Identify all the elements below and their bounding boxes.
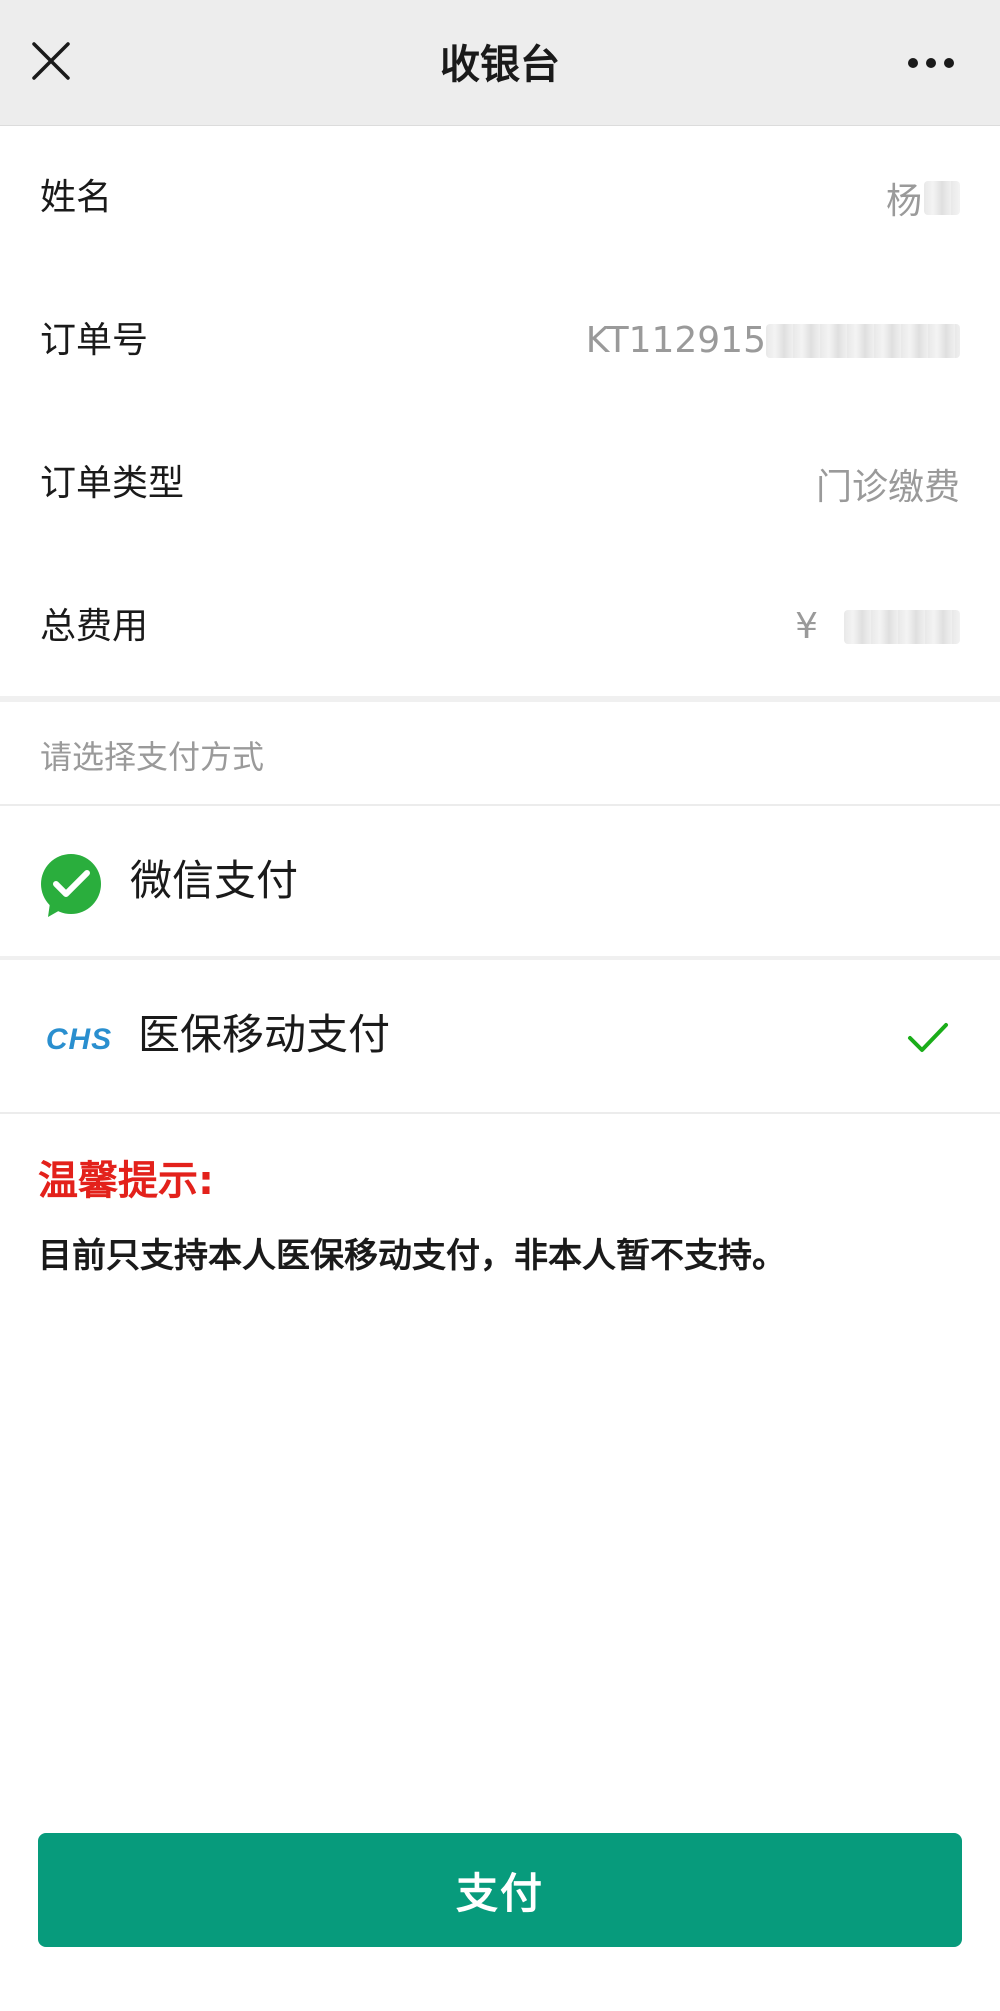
wechat-pay-icon [41,854,101,917]
tip-title: 温馨提示: [38,1158,214,1204]
order-type-value: 门诊缴费 [815,466,960,508]
total-fee-row: 总费用 ¥ [0,555,1000,698]
name-row: 姓名 杨 [0,126,1000,269]
redacted-name [924,180,960,215]
payment-method-prompt: 请选择支付方式 [40,738,265,776]
name-value-text: 杨 [885,180,922,222]
order-number-label: 订单号 [40,320,149,361]
order-type-row: 订单类型 门诊缴费 [0,412,1000,555]
tip-body: 目前只支持本人医保移动支付，非本人暂不支持。 [38,1236,786,1276]
checkout-page: 收银台 姓名 杨 订单号 KT112915 订单类型 门诊缴费 总费用 ¥ 请选… [0,0,1000,2011]
payment-option-wechat[interactable]: 微信支付 [0,806,1000,956]
close-icon[interactable] [30,40,72,82]
order-number-value: KT112915 [586,269,960,412]
order-number-row: 订单号 KT112915 [0,269,1000,412]
wechat-pay-label: 微信支付 [130,856,299,905]
name-label: 姓名 [40,177,113,218]
total-fee-value: ¥ [795,555,960,698]
svg-text:CHS: CHS [46,1023,112,1054]
order-number-text: KT112915 [585,320,766,361]
currency-symbol: ¥ [795,606,818,647]
page-title: 收银台 [440,42,560,88]
redacted-order-number [766,323,960,358]
check-icon [908,1023,948,1052]
total-fee-label: 总费用 [40,606,149,647]
order-type-label: 订单类型 [40,463,185,504]
pay-button[interactable]: 支付 [38,1833,962,1947]
name-value: 杨 [886,126,960,269]
chs-logo: CHS [46,1023,112,1054]
divider [0,1112,1000,1114]
payment-option-medical-insurance[interactable]: 医保移动支付 [0,960,1000,1112]
medical-insurance-pay-label: 医保移动支付 [138,1010,391,1059]
redacted-amount [844,609,960,644]
navigation-bar: 收银台 [0,0,1000,126]
more-icon[interactable] [906,56,956,70]
